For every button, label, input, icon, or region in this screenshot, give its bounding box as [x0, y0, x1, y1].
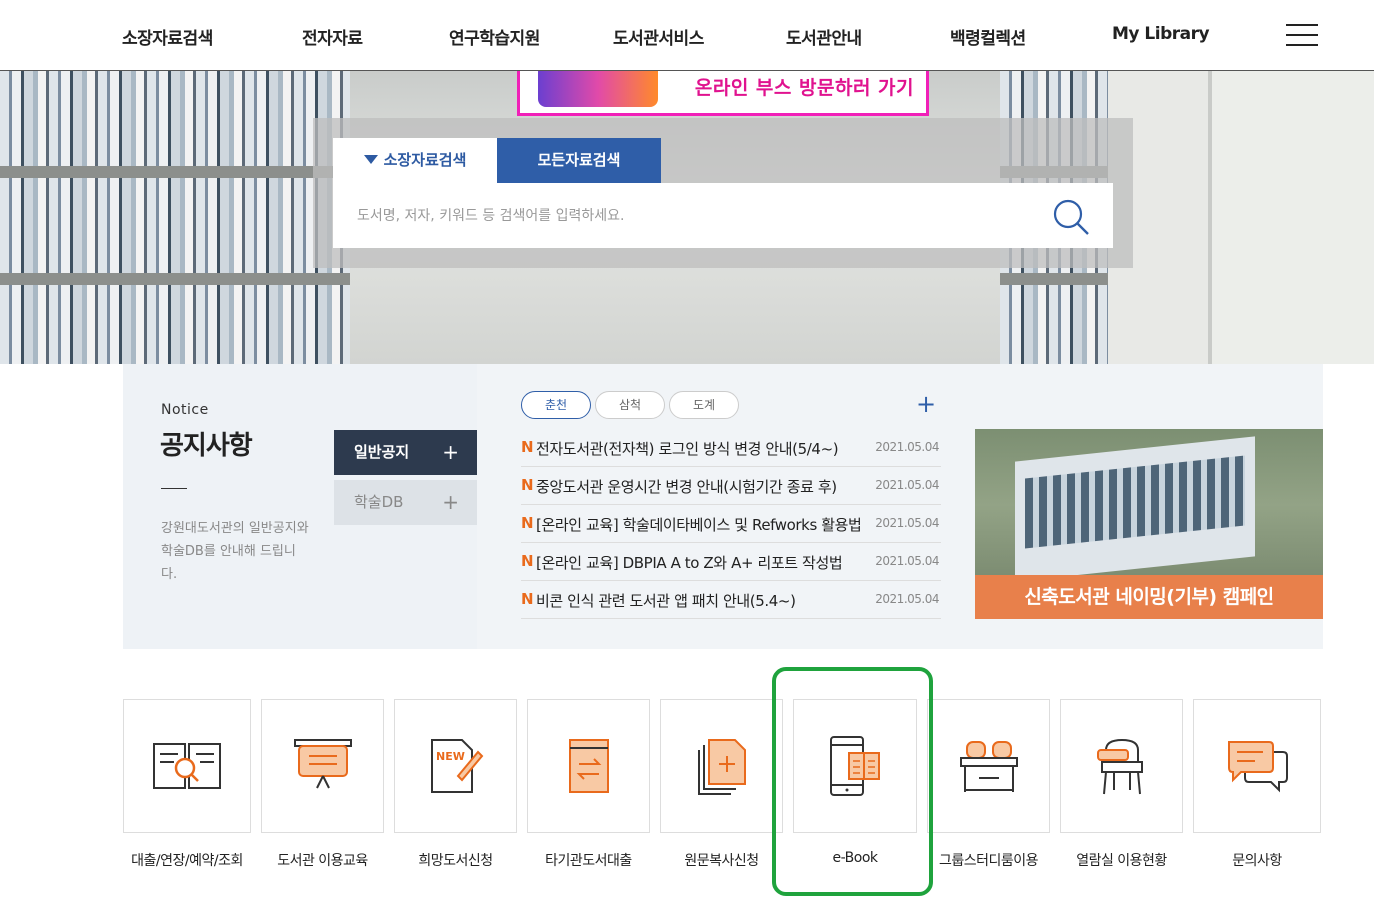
search-input[interactable]	[357, 203, 1037, 229]
naming-campaign-banner[interactable]: 신축도서관 네이밍(기부) 캠페인	[975, 429, 1323, 619]
quick-menu-label: 타기관도서대출	[545, 853, 632, 869]
triangle-down-icon	[363, 155, 378, 164]
new-badge: N	[521, 590, 534, 608]
notice-item-title: 전자도서관(전자책) 로그인 방식 변경 안내(5/4~)	[536, 440, 839, 458]
chat-bubble-icon	[1228, 741, 1288, 793]
search-box	[333, 183, 1113, 248]
quick-menu-label: 그룹스터디룸이용	[938, 853, 1039, 869]
ebook-highlight-box	[772, 667, 933, 896]
new-document-icon: NEW	[430, 739, 483, 793]
search-icon[interactable]	[1051, 197, 1091, 237]
divider	[161, 488, 187, 489]
notice-item-date: 2021.05.04	[875, 554, 939, 568]
quick-menu-label: 대출/연장/예약/조회	[131, 853, 243, 869]
quick-menu-copy-request[interactable]	[660, 699, 783, 833]
notice-item-title: [온라인 교육] DBPIA A to Z와 A+ 리포트 작성법	[536, 554, 843, 572]
quick-menu-education[interactable]	[261, 699, 384, 833]
new-badge: N	[521, 438, 534, 456]
reading-seat-icon	[1096, 738, 1143, 795]
banner-graphic	[538, 71, 658, 107]
campaign-text: 신축도서관 네이밍(기부) 캠페인	[975, 575, 1323, 619]
quick-menu-label: 원문복사신청	[684, 853, 759, 869]
quick-menu-book-request[interactable]: NEW	[394, 699, 517, 833]
notice-list-item[interactable]: N 중앙도서관 운영시간 변경 안내(시험기간 종료 후) 2021.05.04	[521, 467, 941, 505]
quick-menu-label: 희망도서신청	[418, 853, 493, 869]
nav-item-holdings-search[interactable]: 소장자료검색	[122, 24, 213, 49]
notice-item-title: 비콘 인식 관련 도서관 앱 패치 안내(5.4~)	[536, 592, 796, 610]
tab-academic-db-label: 학술DB	[354, 493, 404, 511]
notice-item-date: 2021.05.04	[875, 516, 939, 530]
tab-holdings-search-label: 소장자료검색	[383, 151, 467, 169]
notice-item-date: 2021.05.04	[875, 592, 939, 606]
nav-item-electronic-resources[interactable]: 전자자료	[302, 24, 363, 49]
svg-text:NEW: NEW	[436, 750, 465, 763]
notice-description: 강원대도서관의 일반공지와 학술DB를 안내해 드립니다.	[161, 521, 309, 582]
notice-item-date: 2021.05.04	[875, 478, 939, 492]
plus-icon: +	[442, 490, 459, 514]
presentation-board-icon	[293, 739, 352, 789]
hero-banner: 온라인 부스 방문하러 가기 소장자료검색 모든자료검색	[0, 71, 1374, 364]
more-plus-icon[interactable]: +	[916, 390, 936, 418]
tab-academic-db[interactable]: 학술DB +	[334, 480, 477, 525]
notice-item-title: [온라인 교육] 학술데이타베이스 및 Refworks 활용법	[536, 516, 862, 534]
notice-list-item[interactable]: N [온라인 교육] 학술데이타베이스 및 Refworks 활용법 2021.…	[521, 505, 941, 543]
notice-item-title: 중앙도서관 운영시간 변경 안내(시험기간 종료 후)	[536, 478, 837, 496]
book-search-icon	[153, 743, 221, 789]
notice-list-item[interactable]: N 전자도서관(전자책) 로그인 방식 변경 안내(5/4~) 2021.05.…	[521, 429, 941, 467]
plus-icon: +	[442, 440, 459, 464]
hamburger-menu-icon[interactable]	[1286, 22, 1318, 48]
quick-menu-reading-room[interactable]	[1060, 699, 1183, 833]
tab-all-search[interactable]: 모든자료검색	[497, 138, 661, 183]
notice-item-date: 2021.05.04	[875, 440, 939, 454]
quick-menu-loan[interactable]	[123, 699, 251, 833]
new-badge: N	[521, 514, 534, 532]
book-exchange-icon	[568, 739, 609, 793]
nav-item-library-services[interactable]: 도서관서비스	[613, 24, 704, 49]
building-image	[1015, 436, 1255, 582]
nav-item-library-guide[interactable]: 도서관안내	[786, 24, 862, 49]
new-badge: N	[521, 476, 534, 494]
tab-samcheok[interactable]: 삼척	[595, 391, 665, 419]
wall-background	[1108, 71, 1374, 364]
nav-item-baekryeong-collection[interactable]: 백령컬렉션	[950, 24, 1026, 49]
tab-dogye[interactable]: 도계	[669, 391, 739, 419]
notice-list-item[interactable]: N [온라인 교육] DBPIA A to Z와 A+ 리포트 작성법 2021…	[521, 543, 941, 581]
quick-menu-inquiry[interactable]	[1193, 699, 1321, 833]
banner-text: 온라인 부스 방문하러 가기	[694, 77, 914, 99]
copy-document-icon	[697, 739, 746, 795]
quick-menu-interlibrary-loan[interactable]	[527, 699, 650, 833]
tab-holdings-search[interactable]: 소장자료검색	[333, 138, 497, 183]
tab-chuncheon[interactable]: 춘천	[521, 391, 591, 419]
bookshelf-image	[0, 71, 350, 364]
new-badge: N	[521, 552, 534, 570]
search-tabs: 소장자료검색 모든자료검색	[333, 138, 661, 183]
nav-item-research-support[interactable]: 연구학습지원	[449, 24, 540, 49]
study-room-icon	[959, 741, 1018, 792]
notice-label-en: Notice	[161, 402, 209, 418]
search-panel: 소장자료검색 모든자료검색	[313, 118, 1133, 268]
quick-menu-label: 문의사항	[1232, 853, 1282, 869]
notice-title: 공지사항	[160, 431, 253, 461]
quick-menu-label: 도서관 이용교육	[277, 853, 368, 869]
online-booth-banner[interactable]: 온라인 부스 방문하러 가기	[517, 71, 929, 116]
tab-general-notice-label: 일반공지	[354, 443, 410, 461]
top-navigation: 소장자료검색 전자자료 연구학습지원 도서관서비스 도서관안내 백령컬렉션 My…	[0, 0, 1374, 71]
tab-general-notice[interactable]: 일반공지 +	[334, 430, 477, 475]
nav-item-my-library[interactable]: My Library	[1112, 24, 1210, 44]
quick-menu-study-room[interactable]	[927, 699, 1050, 833]
quick-menu-label: 열람실 이용현황	[1076, 853, 1167, 869]
notice-list-item[interactable]: N 비콘 인식 관련 도서관 앱 패치 안내(5.4~) 2021.05.04	[521, 581, 941, 619]
